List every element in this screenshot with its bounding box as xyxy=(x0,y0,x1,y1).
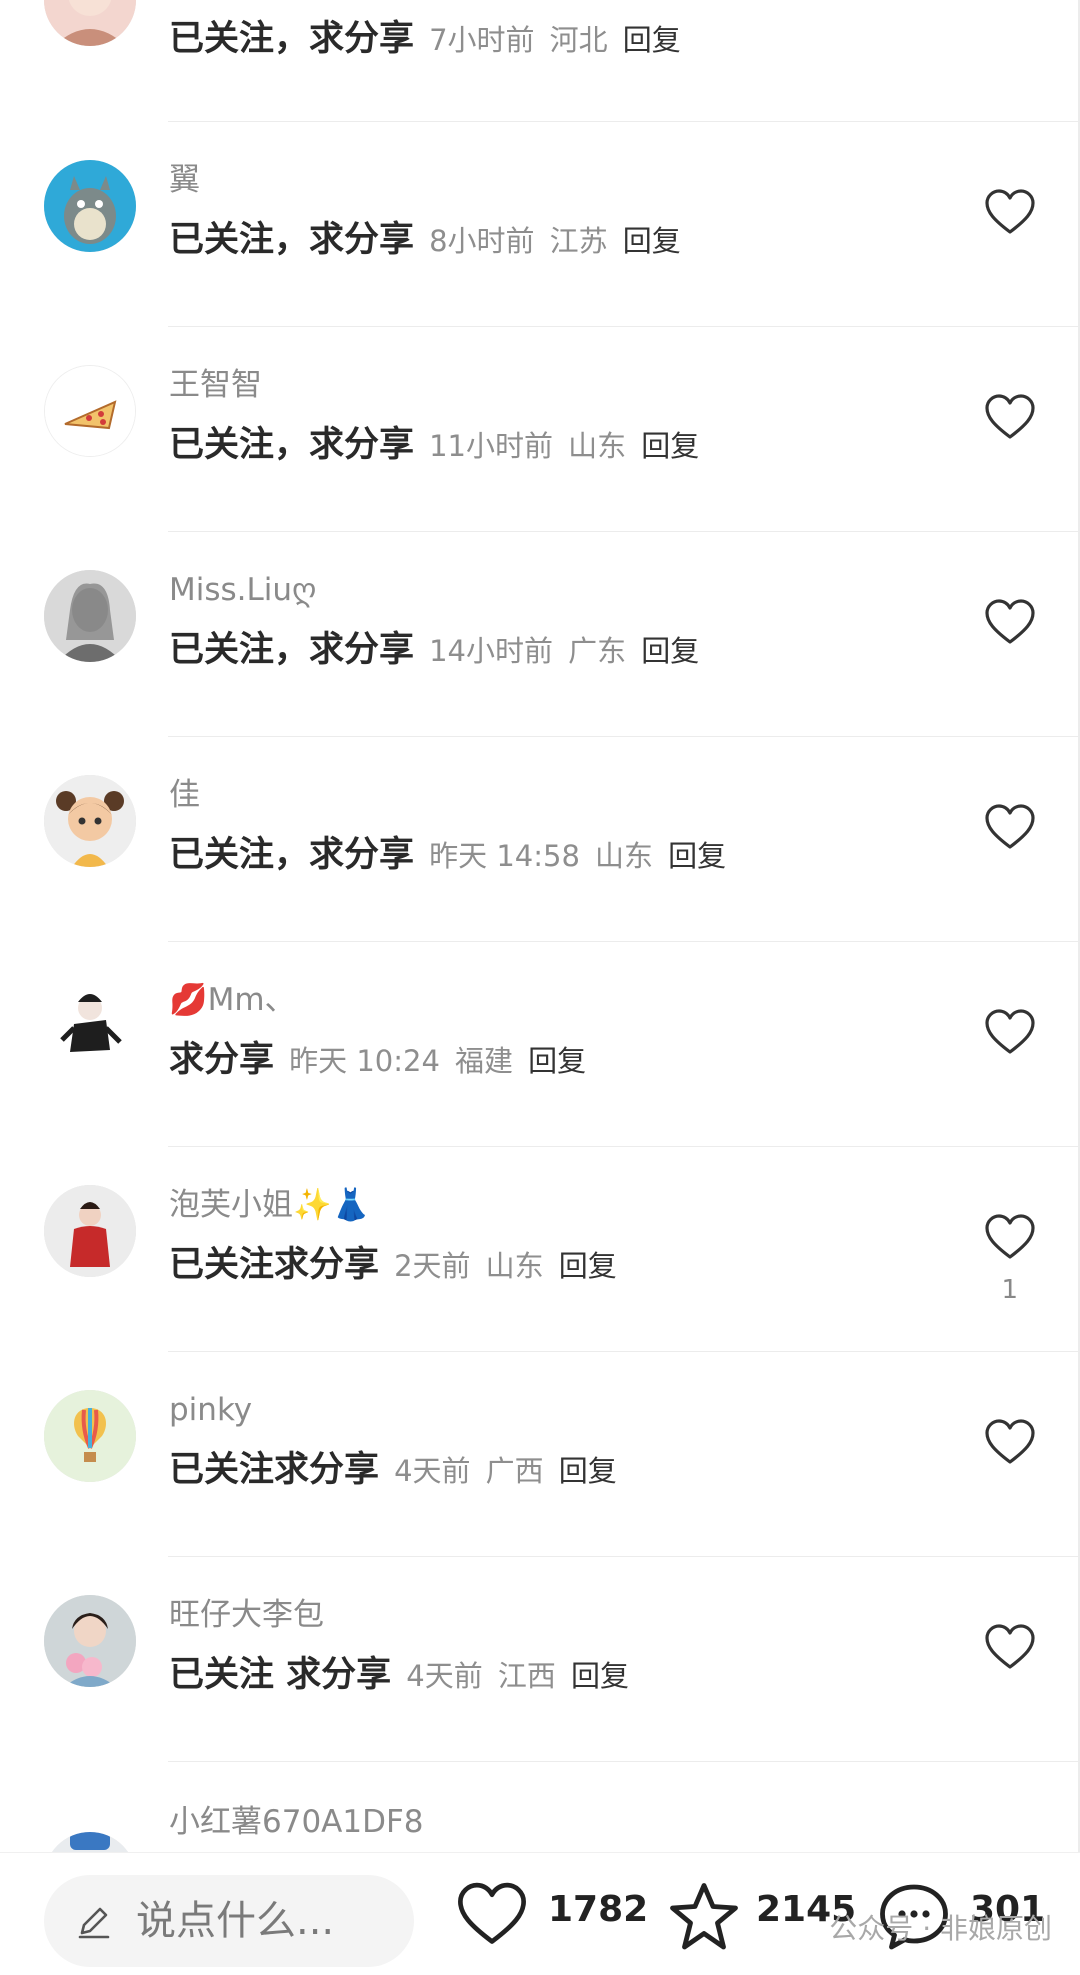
like-button[interactable]: 1782 xyxy=(456,1881,656,1951)
watermark: 公众号 · 非娘原创 xyxy=(829,1912,1052,1945)
reply-button[interactable]: 回复 xyxy=(641,429,699,463)
comment-feed-screen: 已关注，求分享 7小时前 河北 回复 翼 已关注，求分享 8小时前 江苏 回复 xyxy=(0,0,1080,1975)
comment-content: 已关注求分享 4天前 广西 回复 xyxy=(169,1447,617,1499)
comment-content: 已关注，求分享 11小时前 山东 回复 xyxy=(169,422,699,474)
comment-text: 已关注求分享 xyxy=(169,1245,380,1285)
like-heart-icon[interactable] xyxy=(984,1623,1036,1671)
username[interactable]: 泡芙小姐✨👗 xyxy=(169,1185,370,1225)
user-avatar[interactable] xyxy=(44,775,136,867)
user-avatar[interactable] xyxy=(44,570,136,662)
like-heart-icon[interactable] xyxy=(984,803,1036,851)
heart-outline-icon xyxy=(458,1882,526,1944)
comment-time: 昨天 14:58 xyxy=(429,839,580,873)
comment-item: 旺仔大李包 已关注 求分享 4天前 江西 回复 xyxy=(0,1557,1080,1762)
comment-content: 已关注，求分享 8小时前 江苏 回复 xyxy=(169,217,681,269)
comment-item: 王智智 已关注，求分享 11小时前 山东 回复 xyxy=(0,327,1080,532)
star-outline-icon xyxy=(670,1883,738,1950)
comment-input-placeholder: 说点什么... xyxy=(136,1898,335,1944)
user-avatar[interactable] xyxy=(44,980,136,1072)
user-avatar[interactable] xyxy=(44,1185,136,1277)
comment-text: 已关注，求分享 xyxy=(169,220,415,260)
comment-location: 福建 xyxy=(455,1044,514,1078)
comment-list: 已关注，求分享 7小时前 河北 回复 翼 已关注，求分享 8小时前 江苏 回复 xyxy=(0,0,1080,1924)
comment-time: 11小时前 xyxy=(429,429,554,463)
comment-text: 已关注，求分享 xyxy=(169,630,415,670)
comment-time: 4天前 xyxy=(394,1454,471,1488)
reply-button[interactable]: 回复 xyxy=(623,23,681,57)
comment-location: 河北 xyxy=(549,23,608,57)
reply-button[interactable]: 回复 xyxy=(559,1454,617,1488)
like-total: 1782 xyxy=(548,1889,649,1930)
like-heart-icon[interactable] xyxy=(984,393,1036,441)
comment-item: pinky 已关注求分享 4天前 广西 回复 xyxy=(0,1352,1080,1557)
pencil-icon xyxy=(74,1901,114,1941)
comment-content: 已关注求分享 2天前 山东 回复 xyxy=(169,1242,617,1294)
username[interactable]: 小红薯670A1DF8 xyxy=(169,1802,424,1842)
comment-content: 求分享 昨天 10:24 福建 回复 xyxy=(169,1037,586,1089)
comment-content: 已关注，求分享 14小时前 广东 回复 xyxy=(169,627,699,679)
comment-item: 泡芙小姐✨👗 已关注求分享 2天前 山东 回复 1 xyxy=(0,1147,1080,1352)
comment-content: 已关注，求分享 昨天 14:58 山东 回复 xyxy=(169,832,726,884)
comment-item: 💋Mm、 求分享 昨天 10:24 福建 回复 xyxy=(0,942,1080,1147)
comment-text: 已关注，求分享 xyxy=(169,19,415,59)
user-avatar[interactable] xyxy=(44,365,136,457)
user-avatar[interactable] xyxy=(44,0,136,46)
reply-button[interactable]: 回复 xyxy=(668,839,726,873)
comment-item: Miss.Liuღ 已关注，求分享 14小时前 广东 回复 xyxy=(0,532,1080,737)
username[interactable]: 佳 xyxy=(169,775,200,815)
comment-text: 已关注 求分享 xyxy=(169,1655,392,1695)
comment-time: 14小时前 xyxy=(429,634,554,668)
comment-location: 山东 xyxy=(485,1249,544,1283)
comment-location: 山东 xyxy=(568,429,627,463)
comment-time: 2天前 xyxy=(394,1249,471,1283)
comment-item: 佳 已关注，求分享 昨天 14:58 山东 回复 xyxy=(0,737,1080,942)
comment-item: 翼 已关注，求分享 8小时前 江苏 回复 xyxy=(0,122,1080,327)
comment-location: 江苏 xyxy=(549,224,608,258)
comment-location: 广东 xyxy=(568,634,627,668)
comment-location: 山东 xyxy=(595,839,654,873)
comment-input[interactable]: 说点什么... xyxy=(44,1875,414,1967)
username[interactable]: pinky xyxy=(169,1390,252,1430)
username[interactable]: 💋Mm、 xyxy=(169,980,296,1020)
comment-time: 昨天 10:24 xyxy=(289,1044,440,1078)
reply-button[interactable]: 回复 xyxy=(559,1249,617,1283)
reply-button[interactable]: 回复 xyxy=(623,224,681,258)
comment-location: 广西 xyxy=(485,1454,544,1488)
username[interactable]: 旺仔大李包 xyxy=(169,1595,324,1635)
comment-time: 7小时前 xyxy=(429,23,535,57)
username[interactable]: 翼 xyxy=(169,160,200,200)
like-heart-icon[interactable] xyxy=(984,1418,1036,1466)
comment-time: 8小时前 xyxy=(429,224,535,258)
user-avatar[interactable] xyxy=(44,1595,136,1687)
user-avatar[interactable] xyxy=(44,160,136,252)
comment-text: 求分享 xyxy=(169,1040,275,1080)
like-count: 1 xyxy=(1001,1275,1018,1305)
bottom-action-bar: 说点什么... 1782 2145 301 公众号 · 非娘原创 xyxy=(0,1852,1080,1975)
user-avatar[interactable] xyxy=(44,1390,136,1482)
comment-item: 已关注，求分享 7小时前 河北 回复 xyxy=(0,0,1080,122)
like-heart-icon[interactable] xyxy=(984,1008,1036,1056)
like-heart-icon[interactable] xyxy=(984,598,1036,646)
reply-button[interactable]: 回复 xyxy=(528,1044,586,1078)
comment-location: 江西 xyxy=(497,1659,556,1693)
like-heart-icon[interactable] xyxy=(984,0,1036,12)
username[interactable]: Miss.Liuღ xyxy=(169,570,316,610)
username[interactable]: 王智智 xyxy=(169,365,262,405)
comment-content: 已关注 求分享 4天前 江西 回复 xyxy=(169,1652,629,1704)
comment-time: 4天前 xyxy=(406,1659,483,1693)
comment-text: 已关注，求分享 xyxy=(169,835,415,875)
like-heart-icon[interactable] xyxy=(984,1213,1036,1261)
reply-button[interactable]: 回复 xyxy=(571,1659,629,1693)
like-heart-icon[interactable] xyxy=(984,188,1036,236)
comment-text: 已关注求分享 xyxy=(169,1450,380,1490)
comment-text: 已关注，求分享 xyxy=(169,425,415,465)
comment-content: 已关注，求分享 7小时前 河北 回复 xyxy=(169,16,681,68)
reply-button[interactable]: 回复 xyxy=(641,634,699,668)
